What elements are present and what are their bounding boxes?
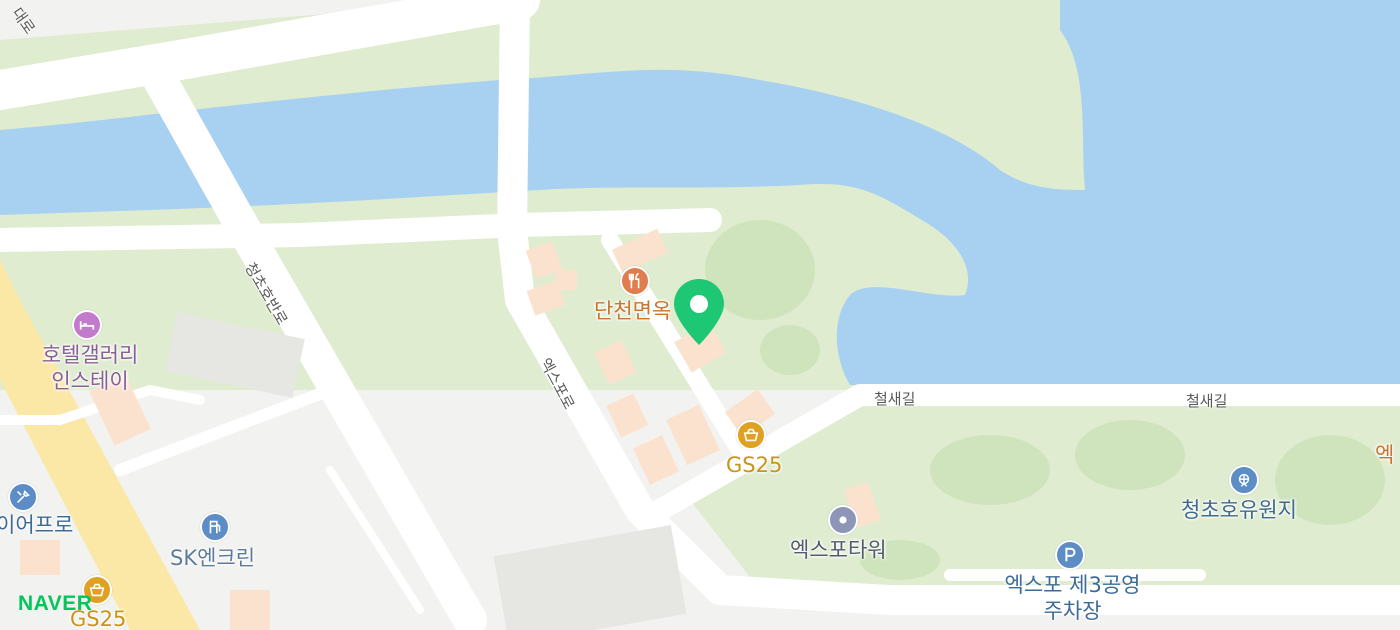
naver-logo: NAVER [18,592,93,615]
location-pin-icon[interactable] [672,277,726,347]
poi-label-gas-station[interactable]: SK엔크린 [170,545,255,571]
road-label: 철새길 [874,390,916,408]
poi-label-tower[interactable]: 엑스포타워 [790,537,887,563]
parking-icon[interactable] [1055,540,1085,570]
hotel-icon[interactable] [72,310,102,340]
restaurant-icon[interactable] [620,266,650,296]
poi-label-amusement-park[interactable]: 청초호유원지 [1181,497,1297,523]
ferris-wheel-icon[interactable] [1229,465,1259,495]
poi-label-repair[interactable]: 이어프로 [0,512,73,538]
poi-label-parking[interactable]: 엑스포 제3공영주차장 [1000,572,1145,624]
poi-label-partial[interactable]: 엑 [1375,442,1394,468]
poi-label-hotel[interactable]: 호텔갤러리 인스테이 [30,342,150,394]
gas-station-icon[interactable] [200,512,230,542]
convenience-store-icon[interactable] [736,420,766,450]
map-canvas[interactable]: 청초호반로 엑스포로 철새길 철새길 대로 단천면옥 GS25 호텔갤러리 인스… [0,0,1400,630]
poi-label-restaurant[interactable]: 단천면옥 [594,298,671,324]
road-label: 철새길 [1186,392,1228,410]
poi-label-gs25[interactable]: GS25 [726,452,782,478]
tower-icon[interactable] [828,505,858,535]
repair-icon[interactable] [8,482,38,512]
